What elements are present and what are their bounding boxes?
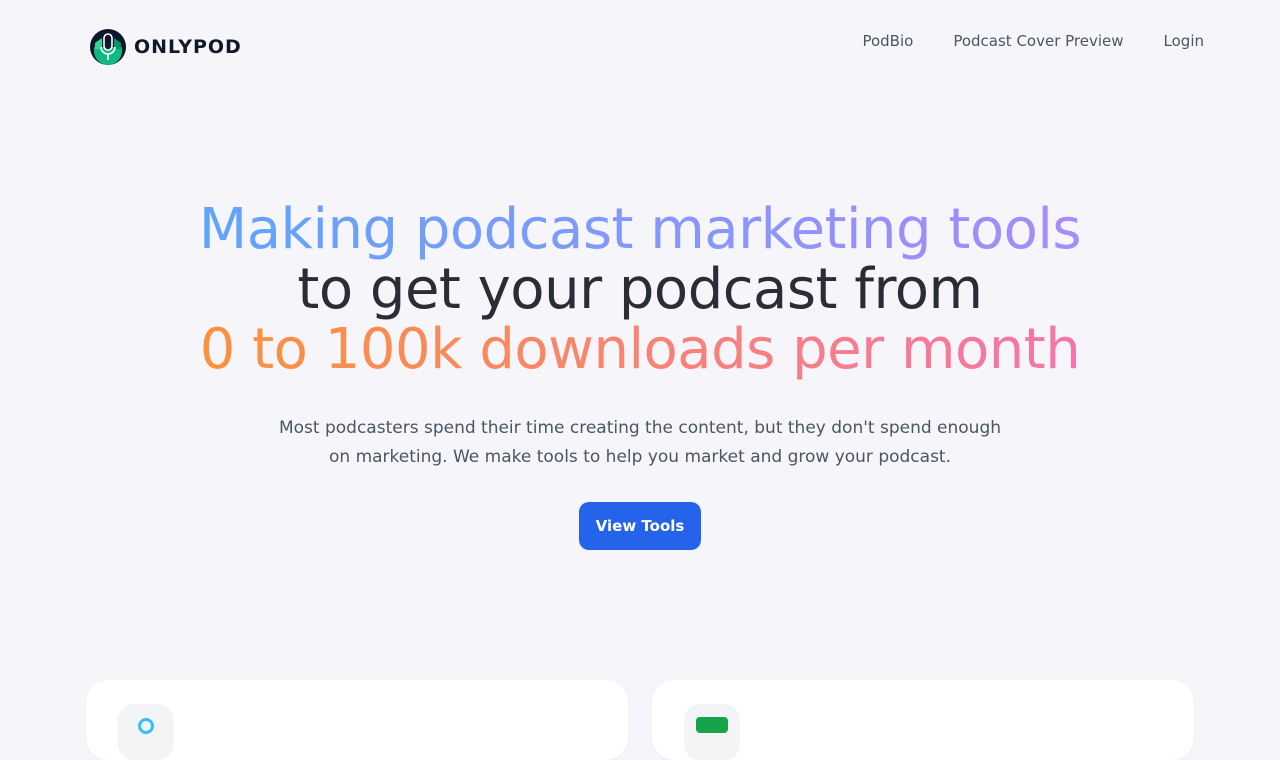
main-nav: PodBio Podcast Cover Preview Login	[862, 32, 1204, 50]
hero-subtitle: Most podcasters spend their time creatin…	[278, 418, 1002, 467]
nav-link-podbio[interactable]: PodBio	[862, 32, 913, 50]
nav-link-podcast-cover-preview[interactable]: Podcast Cover Preview	[953, 32, 1123, 50]
hero-section: Making podcast marketing tools to get yo…	[0, 200, 1280, 550]
headline-line-1: Making podcast marketing tools	[198, 197, 1082, 262]
headline-line-3: 0 to 100k downloads per month	[199, 317, 1081, 382]
microphone-logo-icon	[90, 29, 126, 65]
green-square-icon	[696, 717, 728, 733]
nav-link-login[interactable]: Login	[1164, 32, 1204, 50]
hero-headline: Making podcast marketing tools to get yo…	[0, 200, 1280, 380]
card-icon-container	[118, 704, 174, 760]
site-header: ONLYPOD PodBio Podcast Cover Preview Log…	[0, 0, 1280, 86]
brand-name: ONLYPOD	[134, 36, 242, 58]
tools-cards	[86, 680, 1194, 760]
tool-card[interactable]	[652, 680, 1194, 760]
card-icon-container	[684, 704, 740, 760]
brand-logo[interactable]: ONLYPOD	[90, 28, 242, 66]
cyan-circle-icon	[138, 718, 154, 734]
tool-card[interactable]	[86, 680, 628, 760]
headline-line-2: to get your podcast from	[297, 257, 983, 322]
view-tools-button[interactable]: View Tools	[578, 502, 702, 550]
